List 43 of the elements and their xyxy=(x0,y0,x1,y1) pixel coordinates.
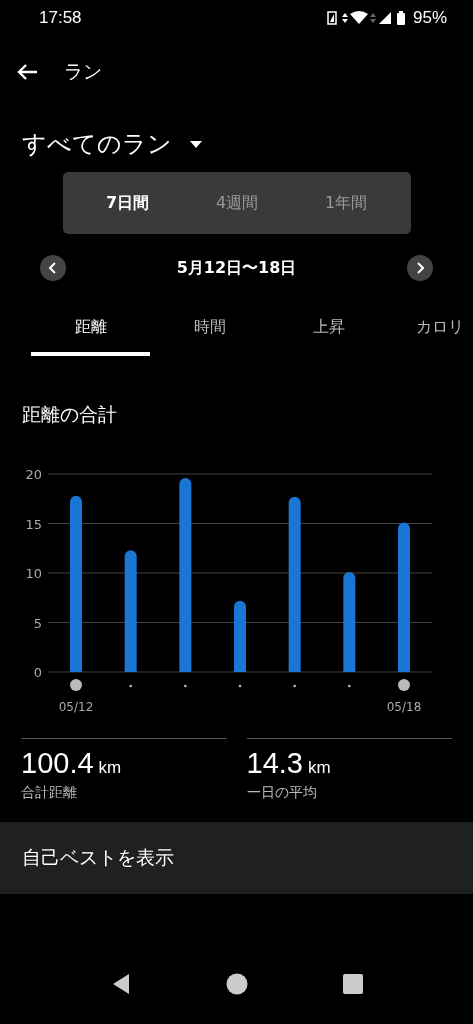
chevron-left-icon xyxy=(49,262,57,274)
activity-filter-dropdown[interactable]: すべてのラン xyxy=(22,128,202,160)
back-icon[interactable] xyxy=(16,63,38,81)
section-title: 距離の合計 xyxy=(22,402,118,427)
chart-bar xyxy=(234,600,246,672)
screen-title: ラン xyxy=(64,59,102,84)
y-tick-label: 15 xyxy=(25,516,42,532)
x-tick-label: 05/12 xyxy=(58,700,94,714)
stat-value: 14.3 xyxy=(246,747,303,780)
metric-tab[interactable]: 距離 xyxy=(31,309,150,356)
stat-unit: km xyxy=(307,758,331,778)
y-tick-label: 10 xyxy=(25,566,42,581)
battery-level: 95% xyxy=(412,8,447,28)
personal-best-button[interactable]: 自己ベストを表示 xyxy=(0,822,473,894)
y-tick-label: 20 xyxy=(25,467,42,482)
period-tab[interactable]: 7日間 xyxy=(93,184,162,222)
status-time: 17:58 xyxy=(39,8,82,28)
stat-label: 合計距離 xyxy=(21,784,78,802)
stat-unit: km xyxy=(98,758,122,778)
period-tab[interactable]: 1年間 xyxy=(312,184,380,222)
day-marker xyxy=(70,679,82,691)
metric-tab[interactable]: カロリ xyxy=(388,309,464,356)
date-range: 5月12日〜18日 xyxy=(176,257,297,279)
y-tick-label: 0 xyxy=(33,665,42,680)
day-dot xyxy=(184,684,187,688)
day-dot xyxy=(129,684,132,688)
home-icon[interactable] xyxy=(225,973,248,995)
recents-icon[interactable] xyxy=(342,974,363,994)
previous-button[interactable] xyxy=(40,255,66,281)
stat-label: 一日の平均 xyxy=(246,784,318,802)
day-dot xyxy=(293,684,296,688)
caret-icon xyxy=(190,140,202,148)
next-button[interactable] xyxy=(407,255,433,281)
chevron-right-icon xyxy=(416,262,424,274)
stat-value: 100.4 xyxy=(21,747,94,780)
y-tick-label: 5 xyxy=(33,615,42,631)
period-tab[interactable]: 4週間 xyxy=(203,184,271,222)
day-marker xyxy=(398,679,410,691)
day-dot xyxy=(238,684,242,688)
metric-tab[interactable]: 時間 xyxy=(150,309,269,356)
x-tick-label: 05/18 xyxy=(386,700,422,714)
metric-tab[interactable]: 上昇 xyxy=(269,309,388,356)
day-dot xyxy=(348,684,351,688)
